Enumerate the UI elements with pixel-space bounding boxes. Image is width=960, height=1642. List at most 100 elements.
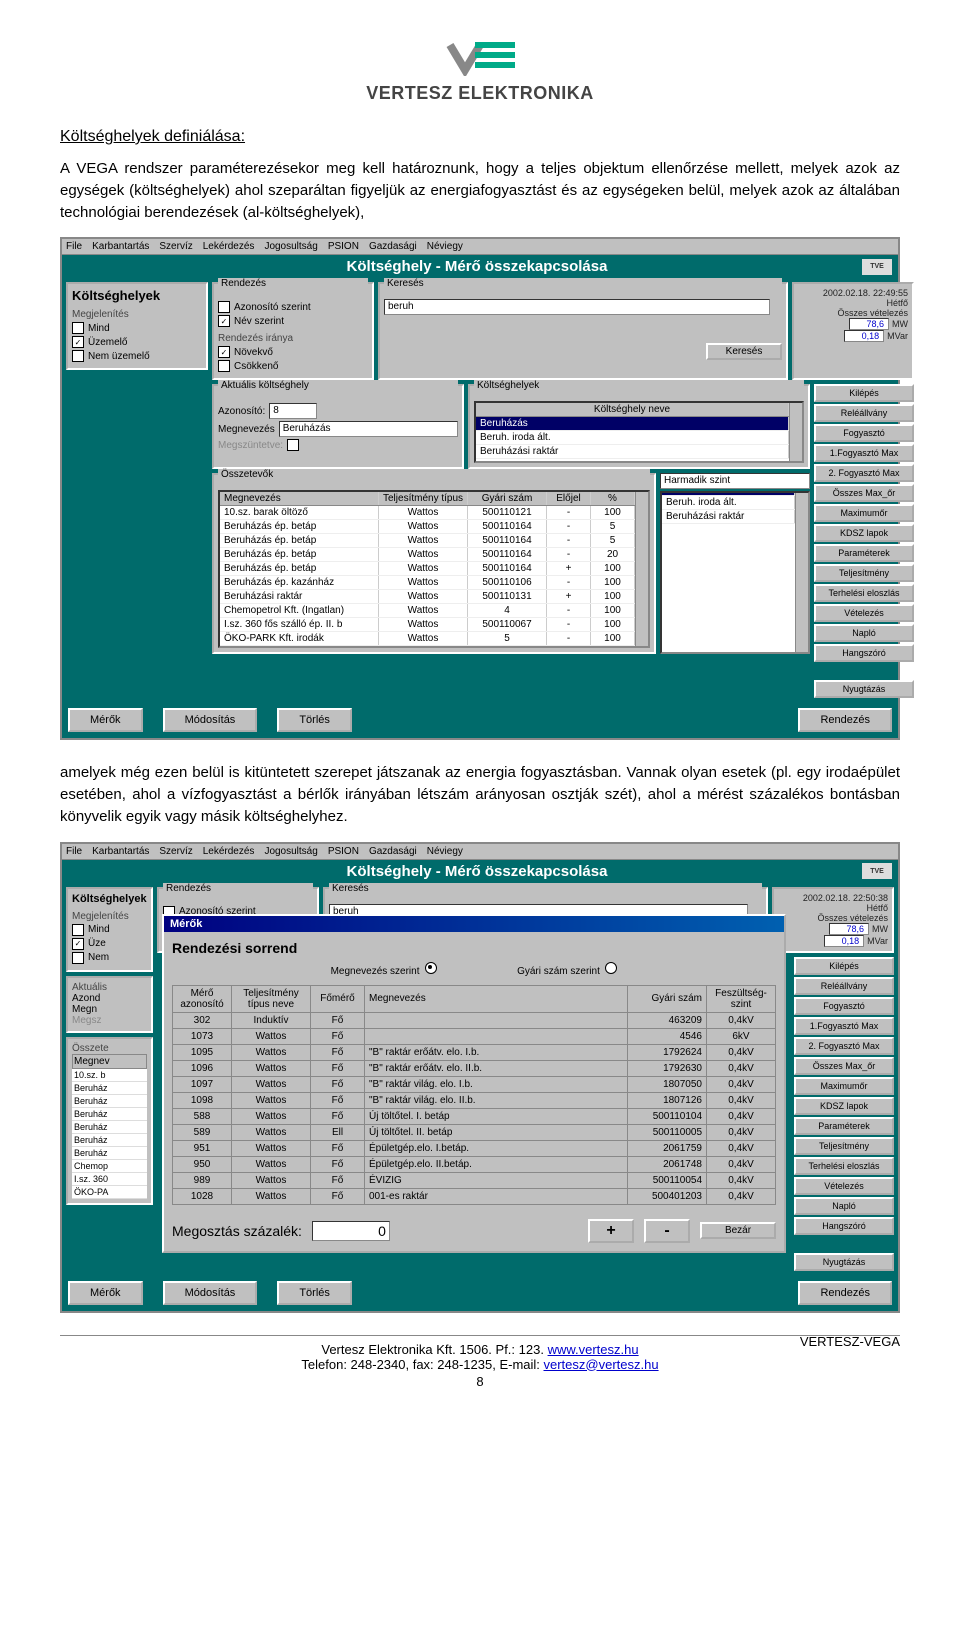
- scrollbar[interactable]: [635, 492, 648, 646]
- menu-item[interactable]: PSION: [328, 846, 359, 857]
- side-button[interactable]: Kilépés: [814, 384, 914, 402]
- checkbox-csokkeno[interactable]: [218, 360, 230, 372]
- list-item[interactable]: Beruh. iroda ált.: [662, 496, 795, 510]
- merok-button[interactable]: Mérők: [68, 708, 143, 732]
- side-button[interactable]: Kilépés: [794, 957, 894, 975]
- side-button[interactable]: Paraméterek: [794, 1117, 894, 1135]
- footer-link-web[interactable]: www.vertesz.hu: [548, 1342, 639, 1357]
- side-button[interactable]: Napló: [814, 624, 914, 642]
- menu-item[interactable]: File: [66, 846, 82, 857]
- checkbox-uzemelo[interactable]: ✓: [72, 336, 84, 348]
- menu-item[interactable]: Lekérdezés: [203, 241, 255, 252]
- side-button[interactable]: Vételezés: [814, 604, 914, 622]
- table-row[interactable]: 1095WattosFő"B" raktár erőátv. elo. I.b.…: [173, 1044, 776, 1060]
- checkbox-novekvo[interactable]: ✓: [218, 346, 230, 358]
- menu-item[interactable]: Gazdasági: [369, 846, 417, 857]
- side-button[interactable]: Hangszóró: [794, 1217, 894, 1235]
- table-row[interactable]: Beruházás ép. kazánházWattos500110106-10…: [220, 576, 635, 590]
- cb[interactable]: ✓: [72, 938, 84, 950]
- side-button[interactable]: Terhelési eloszlás: [794, 1157, 894, 1175]
- table-row[interactable]: ÖKO-PARK Kft. irodákWattos5-100: [220, 632, 635, 646]
- table-row[interactable]: Beruházás ép. betápWattos500110164+100: [220, 562, 635, 576]
- menu-item[interactable]: Gazdasági: [369, 241, 417, 252]
- table-row[interactable]: 951WattosFőÉpületgép.elo. I.betáp.206175…: [173, 1140, 776, 1156]
- table-row[interactable]: I.sz. 360 fős szálló ép. II. bWattos5001…: [220, 618, 635, 632]
- list-item[interactable]: Beruh. iroda ált.: [476, 431, 789, 445]
- side-button[interactable]: 2. Fogyasztó Max: [794, 1037, 894, 1055]
- table-row[interactable]: 1096WattosFő"B" raktár erőátv. elo. II.b…: [173, 1060, 776, 1076]
- table-row[interactable]: 1098WattosFő"B" raktár világ. elo. II.b.…: [173, 1092, 776, 1108]
- rendezes-button[interactable]: Rendezés: [798, 1281, 892, 1305]
- close-button[interactable]: Bezár: [700, 1222, 776, 1239]
- menu-item[interactable]: PSION: [328, 241, 359, 252]
- side-button[interactable]: Hangszóró: [814, 644, 914, 662]
- side-button[interactable]: Nyugtázás: [794, 1253, 894, 1271]
- list-item[interactable]: Beruház: [72, 1134, 147, 1147]
- side-button[interactable]: Nyugtázás: [814, 680, 914, 698]
- list-item[interactable]: Beruház: [72, 1121, 147, 1134]
- modositas-button[interactable]: Módosítás: [163, 1281, 258, 1305]
- list-item[interactable]: Beruház: [72, 1082, 147, 1095]
- megn-input[interactable]: Beruházás: [279, 421, 458, 437]
- torles-button[interactable]: Törlés: [277, 708, 352, 732]
- side-button[interactable]: Vételezés: [794, 1177, 894, 1195]
- megsz-checkbox[interactable]: [287, 439, 299, 451]
- side-button[interactable]: Fogyasztó: [814, 424, 914, 442]
- table-row[interactable]: 950WattosFőÉpületgép.elo. II.betáp.20617…: [173, 1156, 776, 1172]
- table-row[interactable]: 1073WattosFő45466kV: [173, 1028, 776, 1044]
- list-item[interactable]: I.sz. 360: [72, 1173, 147, 1186]
- list-item[interactable]: Beruházás: [476, 417, 789, 431]
- list-item[interactable]: Chemop: [72, 1160, 147, 1173]
- cb[interactable]: [72, 924, 84, 936]
- plus-button[interactable]: +: [588, 1219, 634, 1243]
- side-button[interactable]: Fogyasztó: [794, 997, 894, 1015]
- minus-button[interactable]: -: [644, 1219, 690, 1243]
- list-item[interactable]: Beruház: [72, 1147, 147, 1160]
- percent-input[interactable]: 0: [312, 1221, 390, 1241]
- table-row[interactable]: Beruházási raktárWattos500110131+100: [220, 590, 635, 604]
- table-row[interactable]: Beruházás ép. betápWattos500110164-5: [220, 520, 635, 534]
- table-row[interactable]: 10.sz. barak öltözőWattos500110121-100: [220, 506, 635, 520]
- list-item[interactable]: Beruházási raktár: [662, 510, 795, 524]
- table-row[interactable]: 302InduktívFő4632090,4kV: [173, 1012, 776, 1028]
- menu-item[interactable]: File: [66, 241, 82, 252]
- checkbox-nev[interactable]: ✓: [218, 315, 230, 327]
- table-row[interactable]: Beruházás ép. betápWattos500110164-20: [220, 548, 635, 562]
- rendezes-button[interactable]: Rendezés: [798, 708, 892, 732]
- checkbox-mind[interactable]: [72, 322, 84, 334]
- cb[interactable]: [72, 952, 84, 964]
- merok-button[interactable]: Mérők: [68, 1281, 143, 1305]
- menu-item[interactable]: Jogosultság: [264, 846, 317, 857]
- scrollbar[interactable]: [789, 403, 802, 461]
- list-item[interactable]: ÖKO-PA: [72, 1186, 147, 1199]
- table-row[interactable]: 589WattosEllÚj töltőtel. II. betáp500110…: [173, 1124, 776, 1140]
- side-button[interactable]: Maximumőr: [794, 1077, 894, 1095]
- menu-item[interactable]: Szervíz: [159, 241, 192, 252]
- side-button[interactable]: Teljesítmény: [814, 564, 914, 582]
- side-button[interactable]: Összes Max_őr: [814, 484, 914, 502]
- side-button[interactable]: KDSZ lapok: [794, 1097, 894, 1115]
- table-row[interactable]: Chemopetrol Kft. (Ingatlan)Wattos4-100: [220, 604, 635, 618]
- search-button[interactable]: Keresés: [706, 343, 782, 360]
- footer-link-email[interactable]: vertesz@vertesz.hu: [544, 1357, 659, 1372]
- modositas-button[interactable]: Módosítás: [163, 708, 258, 732]
- side-button[interactable]: Paraméterek: [814, 544, 914, 562]
- table-row[interactable]: 588WattosFőÚj töltőtel. I. betáp50011010…: [173, 1108, 776, 1124]
- list-item[interactable]: Beruház: [72, 1095, 147, 1108]
- list-item[interactable]: Beruházási raktár: [476, 445, 789, 459]
- side-button[interactable]: KDSZ lapok: [814, 524, 914, 542]
- menu-item[interactable]: Karbantartás: [92, 846, 149, 857]
- menu-item[interactable]: Szervíz: [159, 846, 192, 857]
- list-item[interactable]: 10.sz. b: [72, 1069, 147, 1082]
- list-item[interactable]: Beruház: [72, 1108, 147, 1121]
- radio-megn[interactable]: [425, 962, 437, 974]
- table-row[interactable]: 1028WattosFő001-es raktár5004012030,4kV: [173, 1188, 776, 1204]
- azon-input[interactable]: 8: [269, 403, 317, 419]
- scrollbar[interactable]: [795, 493, 808, 652]
- side-button[interactable]: 2. Fogyasztó Max: [814, 464, 914, 482]
- table-row[interactable]: 989WattosFőÉVIZIG5001100540,4kV: [173, 1172, 776, 1188]
- search-input[interactable]: beruh: [384, 299, 770, 315]
- menu-item[interactable]: Karbantartás: [92, 241, 149, 252]
- side-button[interactable]: Maximumőr: [814, 504, 914, 522]
- menu-item[interactable]: Lekérdezés: [203, 846, 255, 857]
